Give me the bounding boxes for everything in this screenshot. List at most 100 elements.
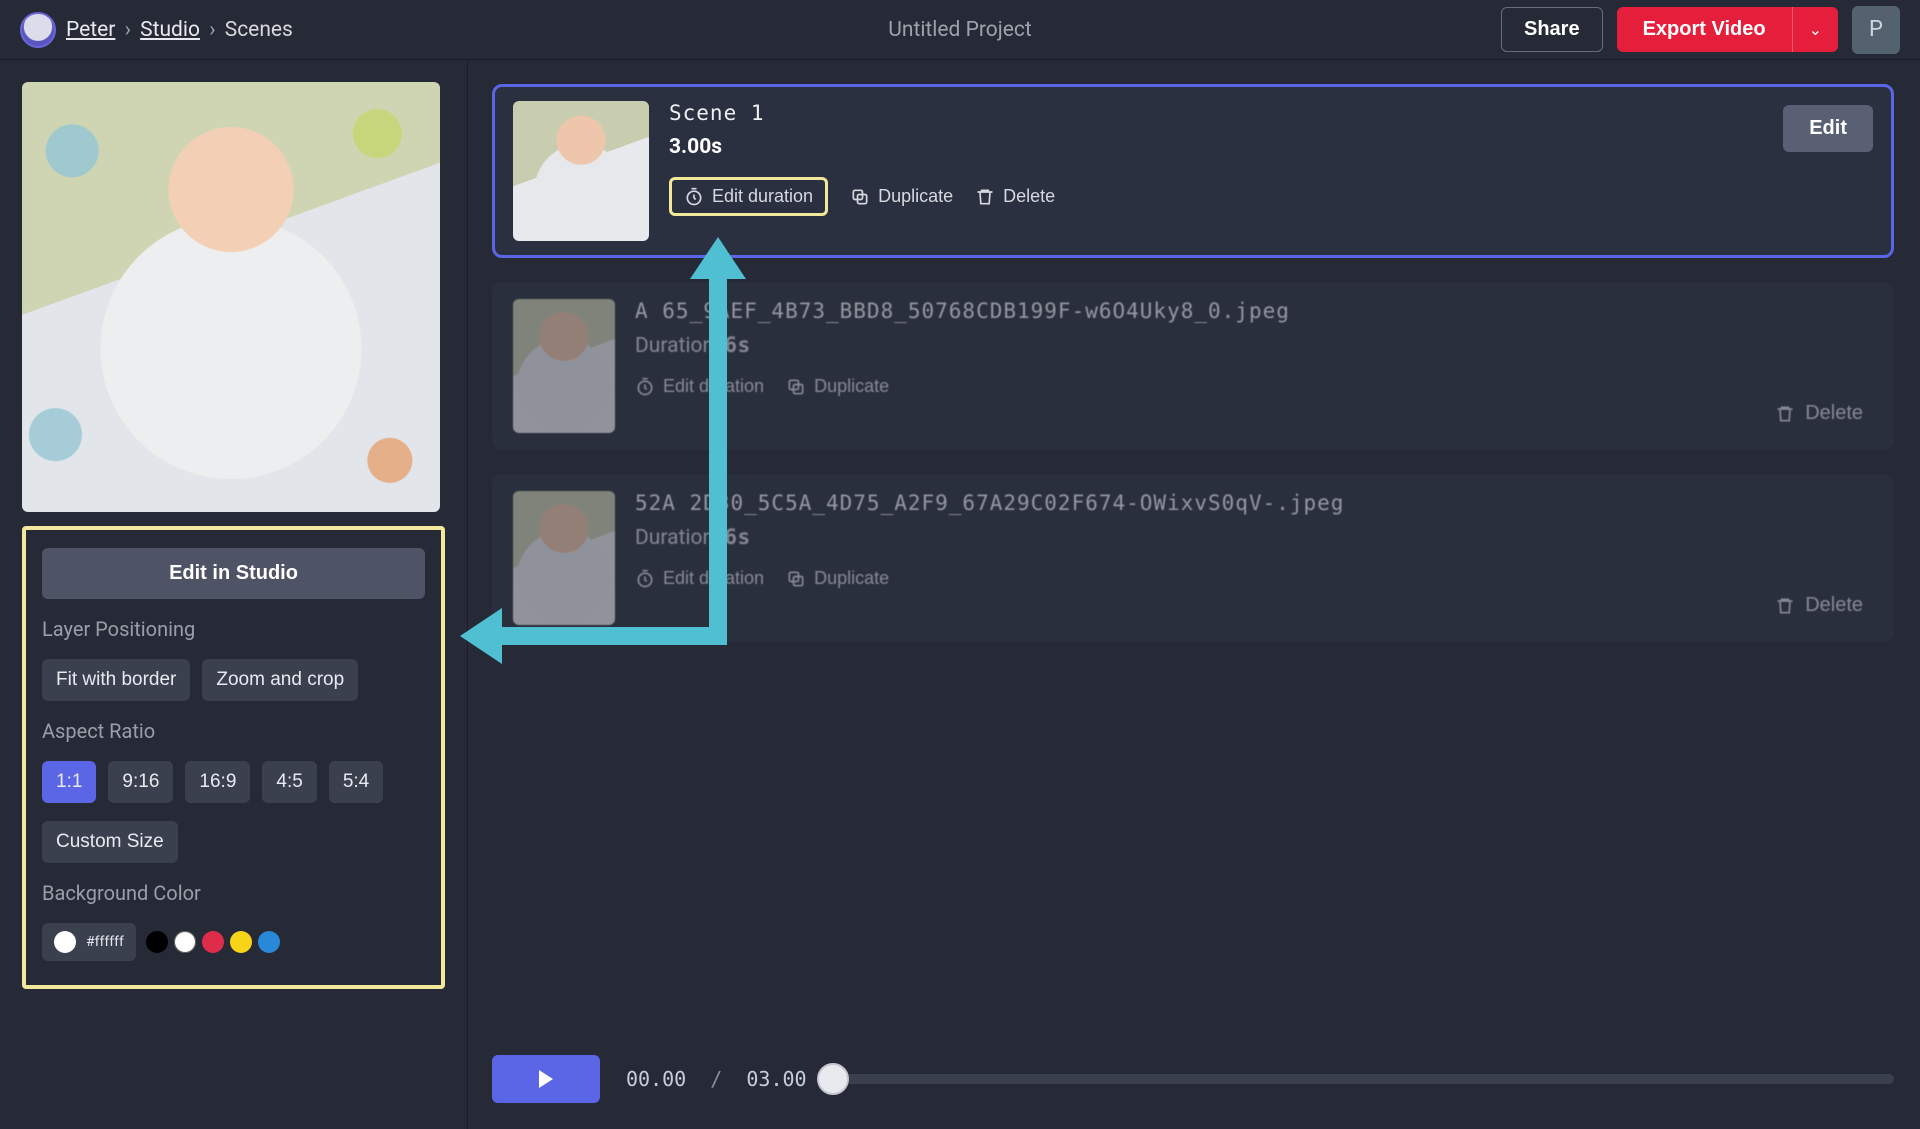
swatch-yellow[interactable] [230,931,252,953]
scene-actions: Edit duration Duplicate [635,568,1873,589]
scene-card-3[interactable]: 52A 2D30_5C5A_4D75_A2F9_67A29C02F674-OWi… [492,474,1894,642]
timer-icon [635,569,655,589]
scene-thumbnail[interactable] [513,101,649,241]
playback-time: 00.00 / 03.00 [626,1067,807,1091]
scene-info: A 65_9AEF_4B73_BBD8_50768CDB199F-w6O4Uky… [635,299,1873,397]
scene-info: Scene 1 3.00s Edit duration Duplicate De… [669,101,1873,216]
duplicate-icon [786,569,806,589]
top-bar-left: Peter › Studio › Scenes [20,12,1501,48]
aspect-ratio-options: 1:1 9:16 16:9 4:5 5:4 [42,761,425,803]
layer-positioning-label: Layer Positioning [42,617,425,641]
timer-icon [635,377,655,397]
custom-size-button[interactable]: Custom Size [42,821,178,863]
scene-actions: Edit duration Duplicate [635,376,1873,397]
duplicate-button[interactable]: Duplicate [786,568,889,589]
scenes-panel: Scene 1 3.00s Edit duration Duplicate De… [468,60,1920,1129]
app-logo[interactable] [20,12,56,48]
top-bar: Peter › Studio › Scenes Untitled Project… [0,0,1920,60]
edit-duration-button[interactable]: Edit duration [635,568,764,589]
preview-background [22,82,440,512]
edit-duration-label: Edit duration [712,186,813,207]
delete-label: Delete [1805,402,1863,425]
duplicate-label: Duplicate [878,186,953,207]
duplicate-icon [786,377,806,397]
project-title[interactable]: Untitled Project [888,18,1032,42]
swatch-black[interactable] [146,931,168,953]
timer-icon [684,187,704,207]
edit-in-studio-button[interactable]: Edit in Studio [42,548,425,599]
aspect-5-4-button[interactable]: 5:4 [329,761,383,803]
chevron-right-icon: › [125,18,131,42]
annotation-arrow-vertical [709,275,727,645]
top-bar-right: Share Export Video ⌄ P [1501,6,1900,54]
edit-scene-button[interactable]: Edit [1783,105,1873,152]
scene-preview[interactable] [22,82,440,512]
scene-duration: 3.00s [669,135,1873,159]
scene-title: 52A 2D30_5C5A_4D75_A2F9_67A29C02F674-OWi… [635,491,1873,515]
breadcrumb-user[interactable]: Peter [66,18,115,42]
zoom-and-crop-button[interactable]: Zoom and crop [202,659,358,701]
scene-title: Scene 1 [669,101,1873,125]
color-swatches [146,931,280,953]
play-icon [539,1070,553,1088]
fit-with-border-button[interactable]: Fit with border [42,659,190,701]
delete-label: Delete [1805,594,1863,617]
scene-card-2[interactable]: A 65_9AEF_4B73_BBD8_50768CDB199F-w6O4Uky… [492,282,1894,450]
duplicate-label: Duplicate [814,376,889,397]
chevron-right-icon: › [209,18,215,42]
swatch-white[interactable] [174,931,196,953]
playback-bar: 00.00 / 03.00 [468,1055,1920,1129]
aspect-16-9-button[interactable]: 16:9 [185,761,250,803]
trash-icon [1775,404,1795,424]
export-video-button[interactable]: Export Video [1617,7,1792,52]
breadcrumb-current: Scenes [225,18,293,42]
aspect-ratio-label: Aspect Ratio [42,719,425,743]
user-avatar[interactable]: P [1852,6,1900,54]
background-color-row: #ffffff [42,923,425,961]
swatch-red[interactable] [202,931,224,953]
chevron-down-icon: ⌄ [1809,22,1822,39]
time-separator: / [710,1067,722,1091]
scene-card-1[interactable]: Scene 1 3.00s Edit duration Duplicate De… [492,84,1894,258]
aspect-1-1-button[interactable]: 1:1 [42,761,96,803]
color-input[interactable]: #ffffff [42,923,136,961]
delete-button[interactable]: Delete [975,186,1055,207]
duplicate-button[interactable]: Duplicate [786,376,889,397]
scene-duration: Duration: 6s [635,525,1873,550]
timeline-handle[interactable] [817,1063,849,1095]
export-dropdown-button[interactable]: ⌄ [1792,7,1838,52]
timeline-track[interactable] [833,1074,1894,1084]
delete-button[interactable]: Delete [1775,594,1863,617]
duplicate-button[interactable]: Duplicate [850,186,953,207]
scene-thumbnail[interactable] [513,299,615,433]
current-color-swatch [54,931,76,953]
aspect-9-16-button[interactable]: 9:16 [108,761,173,803]
scene-info: 52A 2D30_5C5A_4D75_A2F9_67A29C02F674-OWi… [635,491,1873,589]
scene-title: A 65_9AEF_4B73_BBD8_50768CDB199F-w6O4Uky… [635,299,1873,323]
edit-duration-button[interactable]: Edit duration [635,376,764,397]
share-button[interactable]: Share [1501,7,1603,52]
main-area: Edit in Studio Layer Positioning Fit wit… [0,60,1920,1129]
left-panel: Edit in Studio Layer Positioning Fit wit… [0,60,468,1129]
time-total: 03.00 [746,1067,806,1091]
trash-icon [975,187,995,207]
delete-label: Delete [1003,186,1055,207]
play-button[interactable] [492,1055,600,1103]
layer-positioning-options: Fit with border Zoom and crop [42,659,425,701]
duplicate-icon [850,187,870,207]
export-button-group: Export Video ⌄ [1617,7,1838,52]
swatch-blue[interactable] [258,931,280,953]
background-color-label: Background Color [42,881,425,905]
delete-button[interactable]: Delete [1775,402,1863,425]
scene-duration: Duration: 6s [635,333,1873,358]
scene-thumbnail[interactable] [513,491,615,625]
color-hex-value: #ffffff [86,934,124,950]
breadcrumb-studio[interactable]: Studio [140,18,200,42]
trash-icon [1775,596,1795,616]
aspect-4-5-button[interactable]: 4:5 [262,761,316,803]
edit-controls-highlight-box: Edit in Studio Layer Positioning Fit wit… [22,526,445,989]
scene-actions: Edit duration Duplicate Delete [669,177,1873,216]
annotation-arrow-horizontal [498,627,727,645]
time-current: 00.00 [626,1067,686,1091]
edit-duration-button[interactable]: Edit duration [669,177,828,216]
